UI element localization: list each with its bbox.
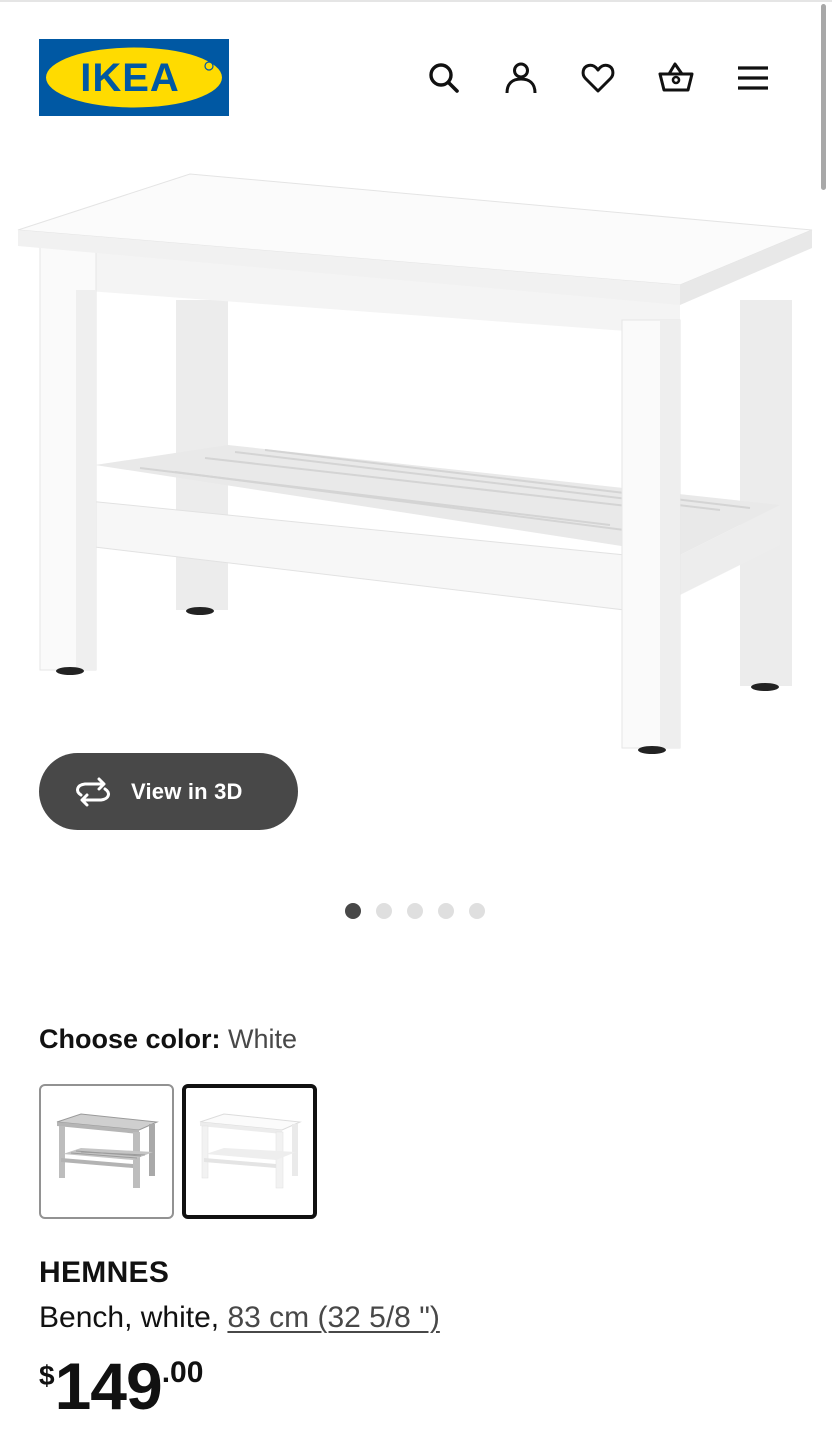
rotate-3d-icon — [76, 777, 110, 806]
product-description: Bench, white, 83 cm (32 5/8 ") — [39, 1301, 440, 1335]
carousel-dot[interactable] — [438, 903, 454, 919]
view-in-3d-label: View in 3D — [131, 778, 243, 804]
carousel-dot[interactable] — [345, 903, 361, 919]
view-in-3d-button[interactable]: View in 3D — [39, 753, 298, 830]
color-chooser-label: Choose color: White — [39, 1022, 297, 1056]
account-icon[interactable] — [499, 56, 543, 100]
white-bench-thumbnail — [199, 1113, 302, 1189]
price-currency: $ — [39, 1360, 55, 1391]
price-decimal: .00 — [161, 1356, 204, 1389]
selected-color-value: White — [228, 1024, 298, 1054]
product-name: HEMNES — [39, 1256, 170, 1289]
ikea-logo[interactable]: IKEA — [39, 39, 229, 116]
search-icon[interactable] — [422, 56, 466, 100]
price-integer: 149 — [54, 1349, 163, 1423]
carousel-dot[interactable] — [407, 903, 423, 919]
carousel-dot[interactable] — [376, 903, 392, 919]
product-image[interactable] — [0, 150, 832, 790]
gray-bench-thumbnail — [56, 1113, 159, 1188]
color-swatch-gray[interactable] — [39, 1084, 174, 1219]
site-header: IKEA — [0, 0, 832, 150]
logo-text: IKEA — [80, 56, 180, 100]
choose-color-label: Choose color: — [39, 1024, 221, 1054]
menu-icon[interactable] — [731, 56, 775, 100]
product-dimension-link[interactable]: 83 cm (32 5/8 ") — [227, 1301, 439, 1334]
product-price: $149.00 — [39, 1350, 203, 1422]
color-swatch-white[interactable] — [182, 1084, 317, 1219]
carousel-dots — [345, 903, 500, 919]
basket-icon[interactable] — [654, 56, 698, 100]
product-description-text: Bench, white, — [39, 1301, 228, 1334]
carousel-dot[interactable] — [469, 903, 485, 919]
heart-icon[interactable] — [576, 56, 620, 100]
